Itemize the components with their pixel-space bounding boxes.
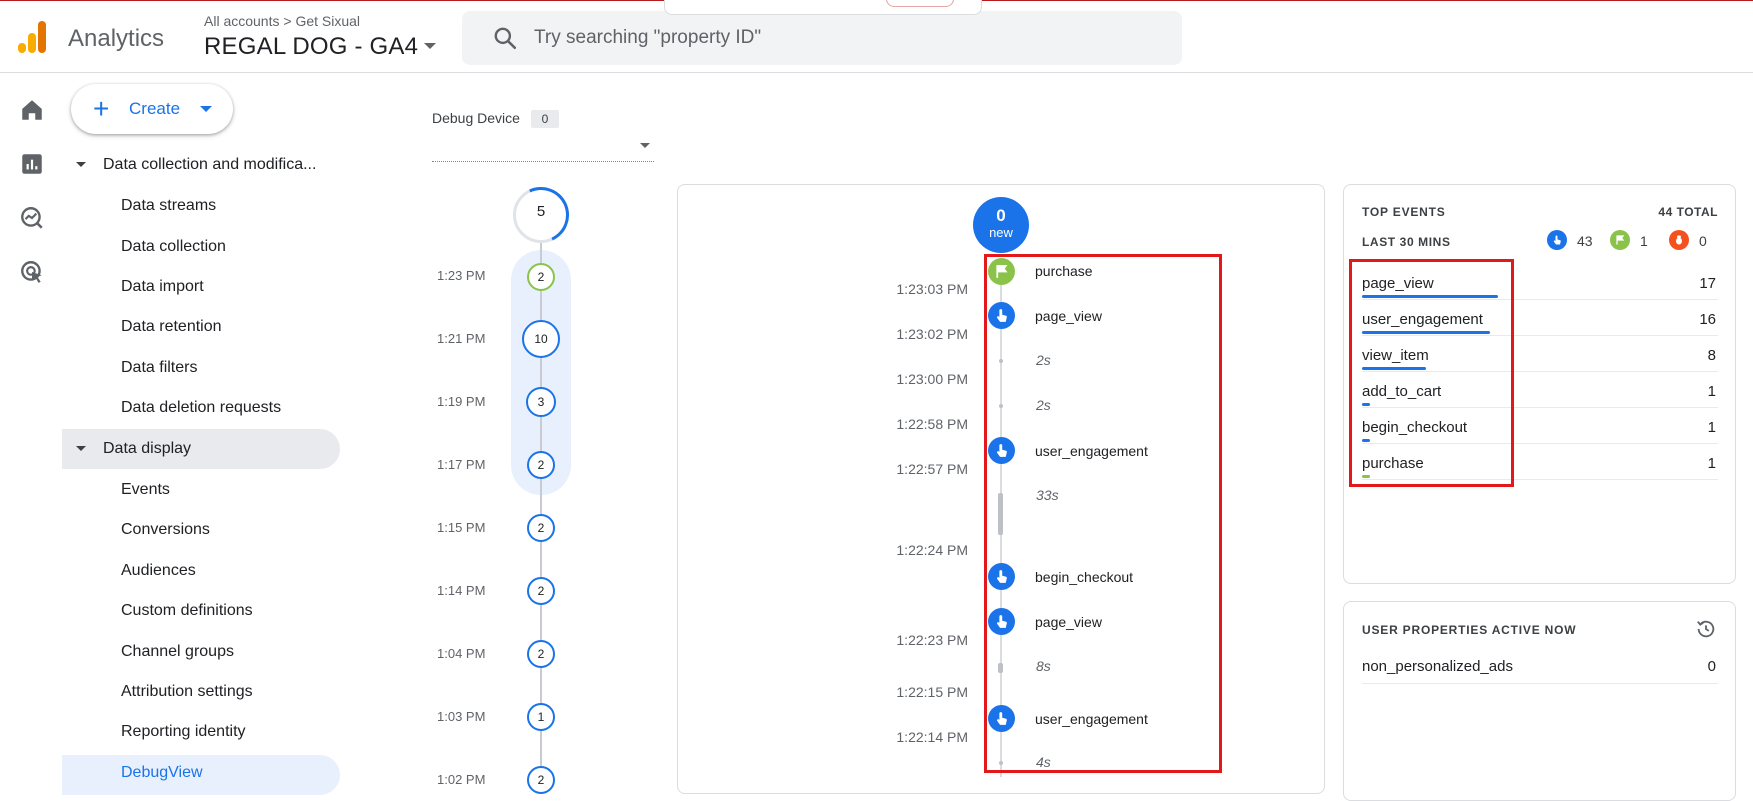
errors-count: 0 — [1699, 233, 1707, 249]
top-event-count: 17 — [1699, 275, 1716, 292]
home-icon[interactable] — [19, 97, 45, 123]
minute-time: 1:02 PM — [437, 772, 486, 787]
user-property-row[interactable]: non_personalized_ads 0 — [1362, 648, 1718, 684]
event-timestamp: 1:22:57 PM — [896, 461, 968, 477]
nav-item-conversions[interactable]: Conversions — [121, 521, 210, 539]
event-timestamp: 1:22:23 PM — [896, 632, 968, 648]
property-selector[interactable]: REGAL DOG - GA4 — [204, 33, 418, 61]
popup-pill — [886, 0, 954, 7]
plus-icon: + — [93, 93, 110, 124]
debug-device-select[interactable] — [432, 134, 654, 162]
top-events-total: 44 TOTAL — [1658, 205, 1718, 219]
user-property-name: non_personalized_ads — [1362, 658, 1513, 675]
top-events-title: TOP EVENTS — [1362, 205, 1446, 219]
nav-section-label: Data collection and modifica... — [103, 156, 317, 173]
minute-time: 1:15 PM — [437, 520, 486, 535]
minute-bubble[interactable]: 3 — [526, 387, 556, 417]
expand-arrow-icon — [76, 446, 86, 451]
nav-item-reporting-identity[interactable]: Reporting identity — [121, 723, 246, 741]
nav-item-debugview[interactable]: DebugView — [121, 764, 203, 782]
event-timestamp: 1:23:00 PM — [896, 371, 968, 387]
top-event-count: 16 — [1699, 311, 1716, 328]
nav-section-label: Data display — [103, 440, 192, 457]
user-properties-title: USER PROPERTIES ACTIVE NOW — [1362, 623, 1577, 637]
nav-item-custom-definitions[interactable]: Custom definitions — [121, 602, 253, 620]
minute-time: 1:03 PM — [437, 709, 486, 724]
new-events-count: 0 — [996, 206, 1006, 225]
nav-item-data-streams[interactable]: Data streams — [121, 197, 216, 215]
debug-device-count: 0 — [531, 110, 559, 128]
minute-time: 1:19 PM — [437, 394, 486, 409]
minute-bubble[interactable]: 2 — [527, 640, 555, 668]
nav-item-data-deletion-requests[interactable]: Data deletion requests — [121, 399, 281, 417]
nav-item-audiences[interactable]: Audiences — [121, 562, 196, 580]
minute-bubble[interactable]: 10 — [522, 320, 560, 358]
minutes-total-count: 5 — [536, 203, 546, 220]
nav-section-data-display[interactable]: Data display — [62, 429, 340, 469]
chevron-down-icon[interactable] — [424, 43, 436, 49]
nav-item-attribution-settings[interactable]: Attribution settings — [121, 683, 253, 701]
top-app-bar: Analytics All accounts > Get Sixual REGA… — [0, 0, 1753, 73]
conversion-flag-icon — [1610, 230, 1630, 250]
breadcrumb[interactable]: All accounts > Get Sixual — [204, 13, 360, 29]
minute-bubble[interactable]: 2 — [527, 514, 555, 542]
minute-bubble[interactable]: 2 — [527, 263, 555, 291]
reports-icon[interactable] — [19, 151, 45, 177]
nav-section-data-collection[interactable]: Data collection and modifica... — [62, 145, 340, 185]
minute-time: 1:23 PM — [437, 268, 486, 283]
minute-time: 1:21 PM — [437, 331, 486, 346]
conversions-count: 1 — [1640, 233, 1648, 249]
event-timestamp: 1:22:24 PM — [896, 542, 968, 558]
events-count: 43 — [1577, 233, 1593, 249]
top-event-count: 1 — [1707, 419, 1716, 436]
event-timestamp: 1:22:15 PM — [896, 684, 968, 700]
nav-item-data-retention[interactable]: Data retention — [121, 318, 222, 336]
search-bar[interactable]: Try searching "property ID" — [462, 11, 1182, 65]
minute-bubble[interactable]: 2 — [527, 451, 555, 479]
top-event-count: 1 — [1707, 455, 1716, 472]
user-property-value: 0 — [1707, 658, 1716, 675]
new-events-bubble[interactable]: 0 new — [973, 197, 1029, 253]
nav-item-events[interactable]: Events — [121, 481, 170, 499]
top-event-count: 1 — [1707, 383, 1716, 400]
chevron-down-icon — [640, 143, 650, 148]
minute-time: 1:04 PM — [437, 646, 486, 661]
explore-icon[interactable] — [19, 205, 45, 231]
nav-item-data-filters[interactable]: Data filters — [121, 359, 197, 377]
error-bug-icon — [1669, 230, 1689, 250]
annotation-highlight-box — [1349, 259, 1514, 487]
new-events-label: new — [989, 225, 1013, 240]
event-timestamp: 1:22:58 PM — [896, 416, 968, 432]
minute-bubble[interactable]: 2 — [527, 577, 555, 605]
event-timestamp: 1:22:14 PM — [896, 729, 968, 745]
minute-time: 1:14 PM — [437, 583, 486, 598]
advertising-icon[interactable] — [19, 259, 45, 285]
nav-item-data-import[interactable]: Data import — [121, 278, 204, 296]
create-label: Create — [129, 99, 181, 118]
event-touch-icon — [1547, 230, 1567, 250]
minute-bubble[interactable]: 1 — [527, 703, 555, 731]
search-input[interactable]: Try searching "property ID" — [534, 27, 761, 49]
nav-item-data-collection[interactable]: Data collection — [121, 238, 226, 256]
expand-arrow-icon — [76, 162, 86, 167]
event-timestamp: 1:23:02 PM — [896, 326, 968, 342]
top-events-range: LAST 30 MINS — [1362, 235, 1451, 249]
app-name: Analytics — [68, 25, 165, 52]
minute-bubble[interactable]: 2 — [527, 766, 555, 794]
debug-device-label: Debug Device — [432, 110, 520, 126]
search-icon — [494, 27, 517, 50]
left-rail — [0, 73, 62, 777]
top-event-count: 8 — [1707, 347, 1716, 364]
analytics-logo[interactable] — [18, 21, 48, 53]
annotation-highlight-box — [984, 254, 1222, 773]
nav-item-channel-groups[interactable]: Channel groups — [121, 643, 234, 661]
minute-time: 1:17 PM — [437, 457, 486, 472]
chevron-down-icon — [200, 106, 212, 112]
create-button[interactable]: + Create — [71, 84, 233, 134]
event-timestamp: 1:23:03 PM — [896, 281, 968, 297]
history-icon[interactable] — [1695, 618, 1717, 640]
